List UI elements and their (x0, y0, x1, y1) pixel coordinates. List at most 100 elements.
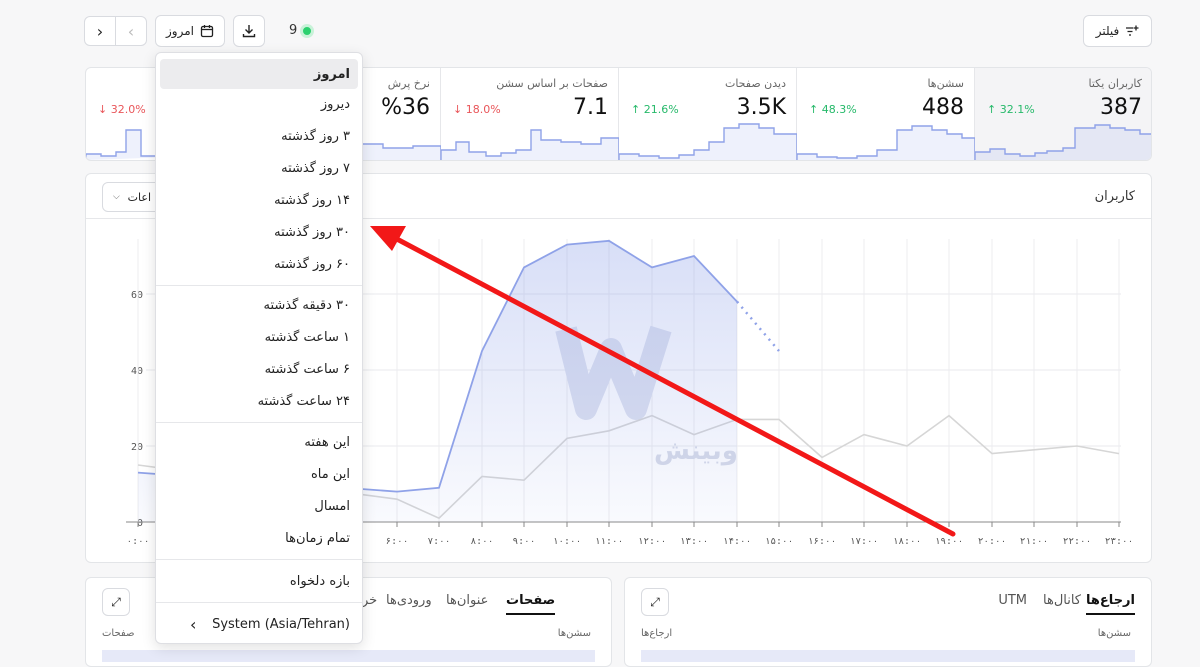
tab-utm[interactable]: UTM (998, 593, 1027, 608)
menu-item[interactable]: ۶۰ روز گذشته (160, 249, 358, 279)
col-pages-header: صفحات (102, 628, 134, 639)
filter-label: فیلتر (1096, 24, 1120, 38)
stat-title: سشن‌ها (927, 77, 964, 90)
stat-value: 7.1 (573, 95, 608, 120)
chevron-right-icon: › (190, 615, 196, 634)
online-dot-icon (300, 24, 314, 38)
x-tick-label: ۰:۰۰ (127, 536, 150, 547)
menu-item[interactable]: دیروز (160, 89, 358, 119)
sparkline (619, 120, 797, 160)
x-tick-label: ۲۱:۰۰ (1020, 536, 1049, 547)
menu-item[interactable]: ۲۴ ساعت گذشته (160, 386, 358, 416)
x-tick-label: ۱۷:۰۰ (850, 536, 879, 547)
y-tick-label: 60 (131, 290, 143, 301)
stat-value: %36 (381, 95, 430, 120)
x-tick-label: ۱۱:۰۰ (595, 536, 624, 547)
col-sessions-header: سشن‌ها (1098, 628, 1131, 639)
arrow-up-icon: ↑ (809, 103, 818, 116)
chevron-down-icon: ⌵ (113, 192, 120, 202)
stat-value: 387 (1100, 95, 1142, 120)
stat-title: کاربران یکتا (1089, 77, 1142, 90)
x-tick-label: ۶:۰۰ (386, 536, 409, 547)
sparkline (441, 120, 619, 160)
download-icon (242, 24, 256, 38)
chart-title: کاربران (1095, 189, 1135, 204)
menu-item[interactable]: امسال (160, 491, 358, 521)
menu-item[interactable]: ۳۰ روز گذشته (160, 217, 358, 247)
date-range-label: امروز (166, 24, 194, 38)
menu-item[interactable]: امروز (160, 59, 358, 89)
interval-select-value: اعات (128, 191, 151, 204)
menu-divider (156, 559, 362, 560)
x-tick-label: ۱۳:۰۰ (680, 536, 709, 547)
x-tick-label: ۷:۰۰ (428, 536, 451, 547)
date-range-menu: امروزدیروز۳ روز گذشته۷ روز گذشته۱۴ روز گ… (155, 52, 363, 644)
table-row[interactable] (102, 650, 595, 662)
stat-title: صفحات بر اساس سشن (496, 77, 608, 90)
stat-title: نرخ پرش (388, 77, 430, 90)
menu-item[interactable]: ۷ روز گذشته (160, 153, 358, 183)
menu-item[interactable]: تمام زمان‌ها (160, 523, 358, 553)
arrow-up-icon: ↑ (631, 103, 640, 116)
menu-item[interactable]: ۱ ساعت گذشته (160, 322, 358, 352)
stat-change: 32.0% ↓ (98, 103, 146, 116)
stat-pages-per-session[interactable]: صفحات بر اساس سشن 7.1 18.0% ↓ (440, 68, 618, 160)
tab-titles[interactable]: عنوان‌ها (446, 593, 488, 608)
menu-item[interactable]: این هفته (160, 427, 358, 457)
table-row[interactable] (641, 650, 1135, 662)
stat-change: 32.1% ↑ (987, 103, 1035, 116)
menu-item[interactable]: ۱۴ روز گذشته (160, 185, 358, 215)
next-period-button[interactable]: › (84, 16, 116, 46)
x-tick-label: ۱۲:۰۰ (638, 536, 667, 547)
sparkline (975, 120, 1152, 160)
tab-referrers[interactable]: ارجاع‌ها (1086, 593, 1135, 615)
stat-sessions[interactable]: سشن‌ها 488 48.3% ↑ (796, 68, 974, 160)
stat-value: 488 (922, 95, 964, 120)
x-tick-label: ۱۴:۰۰ (723, 536, 752, 547)
expand-icon: ⤢ (111, 595, 121, 610)
chevron-right-icon: › (97, 22, 103, 41)
menu-divider (156, 422, 362, 423)
stat-unique-users[interactable]: کاربران یکتا 387 32.1% ↑ (974, 68, 1152, 160)
expand-icon: ⤢ (650, 595, 660, 610)
menu-item[interactable]: این ماه (160, 459, 358, 489)
timezone-menu-item[interactable]: System (Asia/Tehran)› (160, 609, 358, 639)
tab-channels[interactable]: کانال‌ها (1043, 593, 1081, 608)
download-button[interactable] (233, 15, 265, 47)
y-tick-label: 20 (131, 442, 143, 453)
menu-item[interactable]: ۳ روز گذشته (160, 121, 358, 151)
series-current-projection (737, 302, 779, 351)
calendar-icon (200, 24, 214, 38)
menu-item[interactable]: بازه دلخواه (160, 566, 358, 596)
x-tick-label: ۲۰:۰۰ (978, 536, 1007, 547)
stat-title: دیدن صفحات (725, 77, 786, 90)
arrow-down-icon: ↓ (453, 103, 462, 116)
interval-select[interactable]: ⌵ اعات (102, 182, 162, 212)
x-tick-label: ۹:۰۰ (513, 536, 536, 547)
referrers-panel: ⤢ ارجاع‌ها کانال‌ها UTM سشن‌ها ارجاع‌ها (624, 577, 1152, 667)
x-tick-label: ۱۸:۰۰ (893, 536, 922, 547)
x-tick-label: ۱۶:۰۰ (808, 536, 837, 547)
menu-divider (156, 285, 362, 286)
col-referrers-header: ارجاع‌ها (641, 628, 672, 639)
stat-value: 3.5K (737, 95, 786, 120)
online-count: 9 (289, 23, 297, 38)
expand-button[interactable]: ⤢ (102, 588, 130, 616)
sparkline (797, 120, 975, 160)
stat-change: 18.0% ↓ (453, 103, 501, 116)
x-tick-label: ۲۲:۰۰ (1063, 536, 1092, 547)
filter-button[interactable]: فیلتر (1083, 15, 1152, 47)
prev-period-button[interactable]: ‹ (115, 16, 147, 46)
tab-pages[interactable]: صفحات (506, 593, 555, 615)
y-tick-label: 40 (131, 366, 143, 377)
expand-button[interactable]: ⤢ (641, 588, 669, 616)
tab-entries[interactable]: ورودی‌ها (386, 593, 432, 608)
x-tick-label: ۸:۰۰ (471, 536, 494, 547)
menu-divider (156, 602, 362, 603)
menu-item[interactable]: ۶ ساعت گذشته (160, 354, 358, 384)
stat-pageviews[interactable]: دیدن صفحات 3.5K 21.6% ↑ (618, 68, 796, 160)
date-range-button[interactable]: امروز (155, 15, 225, 47)
stat-change: 48.3% ↑ (809, 103, 857, 116)
menu-item[interactable]: ۳۰ دقیقه گذشته (160, 290, 358, 320)
x-tick-label: ۱۰:۰۰ (553, 536, 582, 547)
